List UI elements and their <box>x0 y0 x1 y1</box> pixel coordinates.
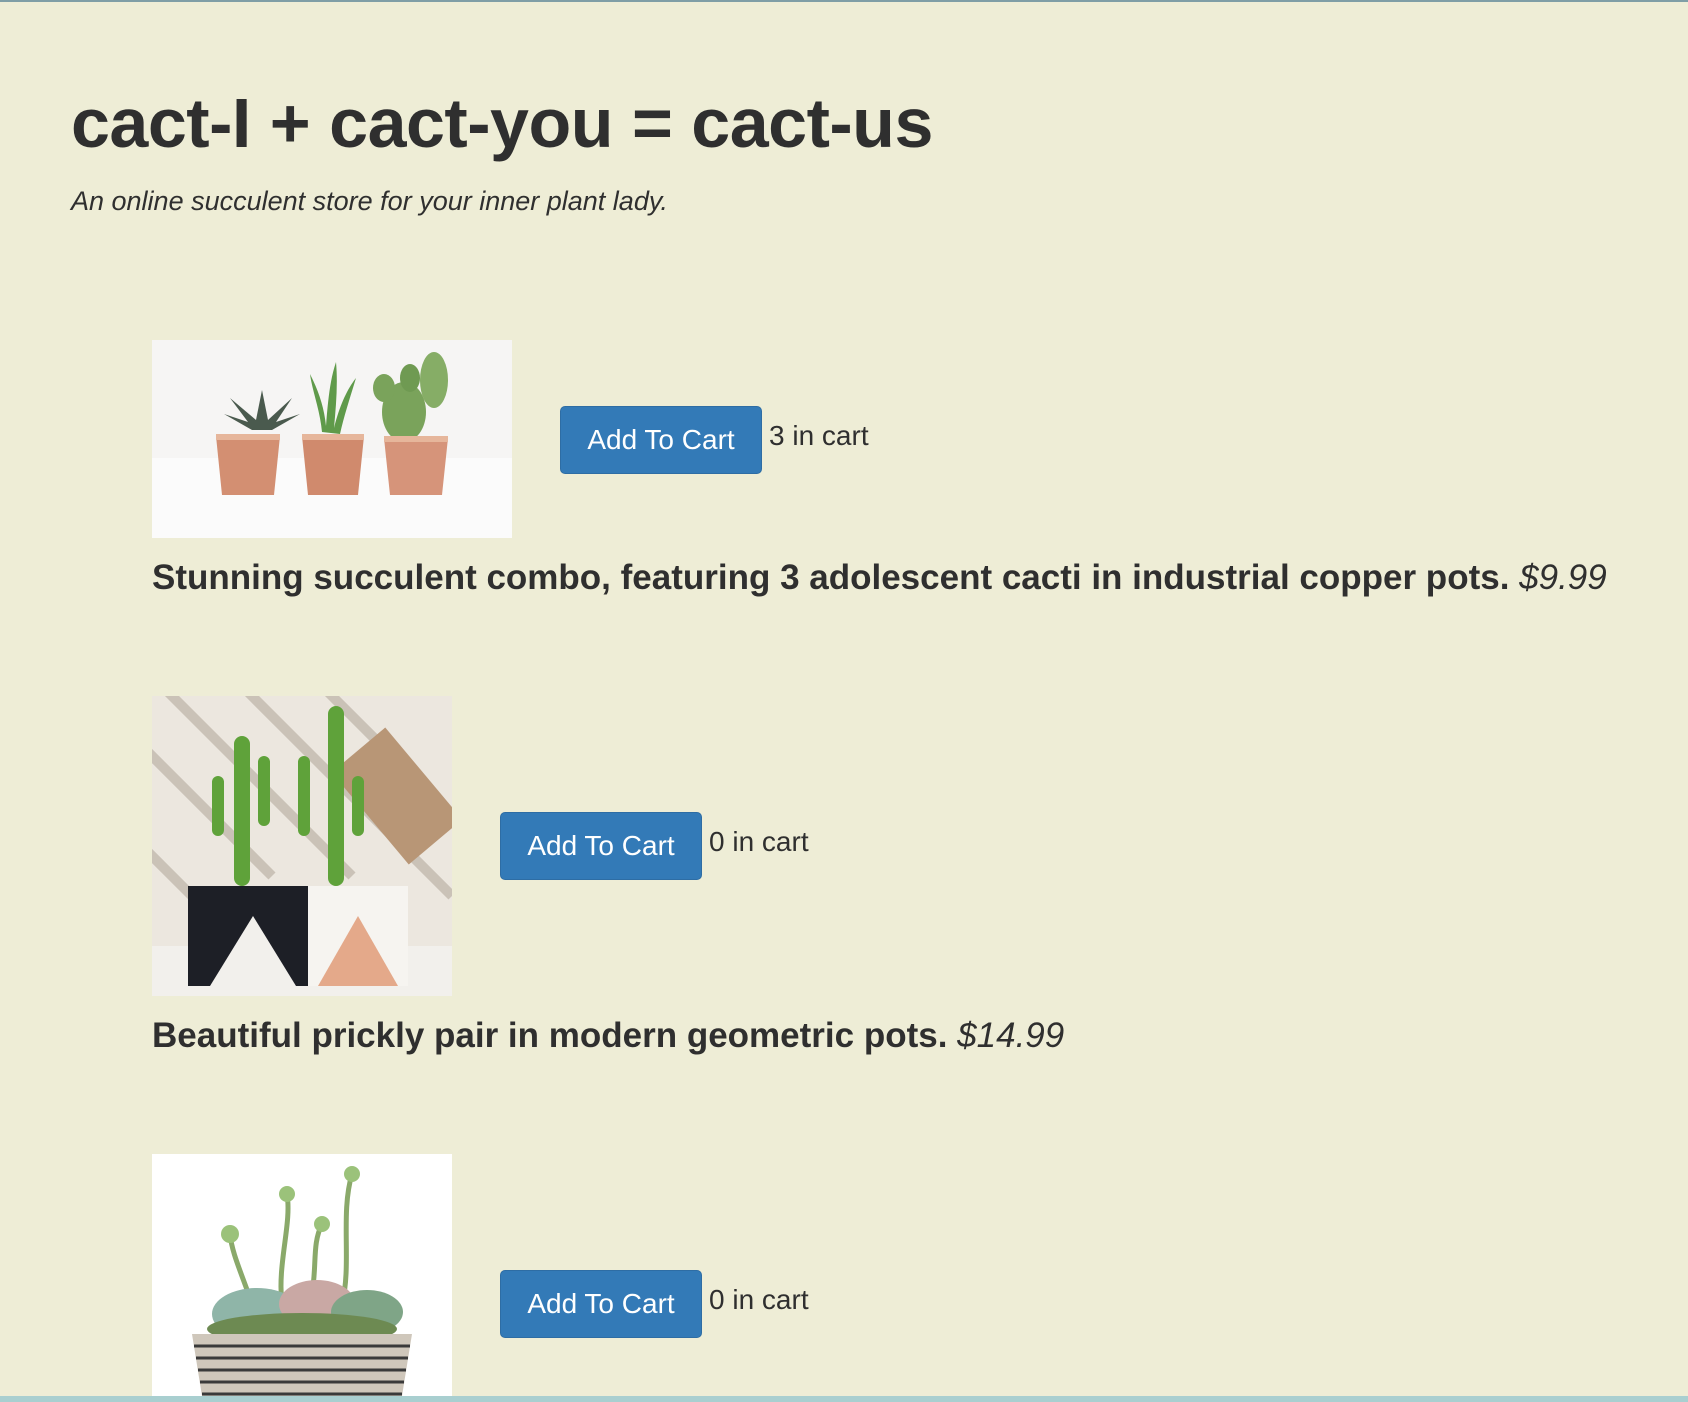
cart-count: 0 in cart <box>709 1284 809 1315</box>
cart-count: 0 in cart <box>709 826 809 857</box>
product-price: $9.99 <box>1519 558 1607 597</box>
bottom-border <box>0 1396 1688 1402</box>
product-description: Beautiful prickly pair in modern geometr… <box>152 1014 1064 1058</box>
product-description: Stunning succulent combo, featuring 3 ad… <box>152 556 1607 600</box>
product-image <box>152 696 452 996</box>
add-to-cart-button[interactable]: Add To Cart <box>500 1270 702 1338</box>
top-border <box>0 0 1688 2</box>
page-title: cact-I + cact-you = cact-us <box>71 84 933 162</box>
cart-count: 3 in cart <box>769 420 869 451</box>
product-price: $14.99 <box>957 1016 1065 1055</box>
page-tagline: An online succulent store for your inner… <box>71 186 668 216</box>
add-to-cart-button[interactable]: Add To Cart <box>560 406 762 474</box>
add-to-cart-button[interactable]: Add To Cart <box>500 812 702 880</box>
product-image <box>152 340 512 538</box>
product-image <box>152 1154 452 1396</box>
product-description-text: Stunning succulent combo, featuring 3 ad… <box>152 558 1510 597</box>
product-description-text: Beautiful prickly pair in modern geometr… <box>152 1016 948 1055</box>
